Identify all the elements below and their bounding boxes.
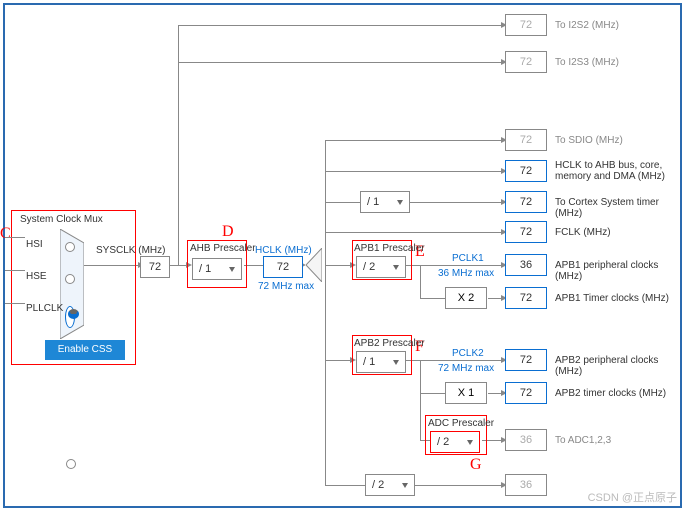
mux-src-hse: HSE [26, 271, 47, 282]
wire [5, 270, 25, 271]
adc-value: 36 [505, 429, 547, 451]
wire [325, 265, 352, 266]
wire [325, 202, 360, 203]
sdio-label: To SDIO (MHz) [555, 135, 623, 146]
wire [5, 303, 25, 304]
wire [325, 232, 503, 233]
cortex-value[interactable]: 72 [505, 191, 547, 213]
wire [178, 25, 503, 26]
apb1-periph-label: APB1 peripheral clocks (MHz) [555, 260, 685, 282]
mux-radio-hsi[interactable] [65, 242, 75, 252]
wire [420, 393, 445, 394]
apb2-periph-value[interactable]: 72 [505, 349, 547, 371]
wire [325, 140, 326, 485]
apb1-prescaler-select[interactable]: / 2 [356, 256, 406, 278]
apb2-timer-mul: X 1 [445, 382, 487, 404]
fclk-value[interactable]: 72 [505, 221, 547, 243]
apb2-note: 72 MHz max [438, 363, 494, 374]
apb2-periph-label: APB2 peripheral clocks (MHz) [555, 355, 685, 377]
apb1-periph-value[interactable]: 36 [505, 254, 547, 276]
hclk-bus-label: HCLK to AHB bus, core, memory and DMA (M… [555, 160, 670, 182]
apb1-title: APB1 Prescaler [354, 243, 425, 254]
hclk-note: 72 MHz max [258, 281, 314, 292]
apb2-title: APB2 Prescaler [354, 338, 425, 349]
region-g-label: G [470, 456, 482, 474]
wire [325, 140, 503, 141]
mux-radio-hse[interactable] [65, 274, 75, 284]
sdio-value: 72 [505, 129, 547, 151]
adc-title: ADC Prescaler [428, 418, 494, 429]
mux-radio-pllclk[interactable] [65, 306, 75, 328]
watermark: CSDN @正点原子 [588, 489, 677, 505]
mux-src-pllclk: PLLCLK [26, 303, 63, 314]
wire [178, 25, 179, 265]
apb2-pclk: PCLK2 [452, 348, 484, 359]
apb1-note: 36 MHz max [438, 268, 494, 279]
wire [168, 265, 188, 266]
wire [178, 62, 503, 63]
wire [325, 171, 503, 172]
mux-src-hsi: HSI [26, 239, 43, 250]
i2s3-label: To I2S3 (MHz) [555, 57, 619, 68]
mux-title: System Clock Mux [12, 211, 135, 225]
wire [325, 485, 365, 486]
sysclk-label: SYSCLK (MHz) [96, 245, 165, 256]
hclk-bus-value[interactable]: 72 [505, 160, 547, 182]
region-d-label: D [222, 223, 234, 241]
mux-radio-hsi[interactable] [66, 459, 76, 469]
adc-prescaler-select[interactable]: / 2 [430, 431, 480, 453]
apb2-prescaler-select[interactable]: / 1 [356, 351, 406, 373]
wire [5, 237, 25, 238]
apb1-timer-value[interactable]: 72 [505, 287, 547, 309]
sysclk-value: 72 [140, 256, 170, 278]
ahb-prescaler-select[interactable]: / 1 [192, 258, 242, 280]
adc-label: To ADC1,2,3 [555, 435, 611, 446]
split-node-icon [306, 248, 322, 282]
apb2-timer-label: APB2 timer clocks (MHz) [555, 388, 666, 399]
enable-css-button[interactable]: Enable CSS [45, 340, 125, 360]
fclk-label: FCLK (MHz) [555, 227, 611, 238]
region-c-label: C [0, 225, 11, 243]
wire [420, 360, 421, 440]
sdio-div-value: 36 [505, 474, 547, 496]
wire [420, 265, 421, 298]
wire [410, 202, 503, 203]
cortex-divider-select[interactable]: / 1 [360, 191, 410, 213]
apb1-timer-label: APB1 Timer clocks (MHz) [555, 293, 669, 304]
ahb-title: AHB Prescaler [190, 243, 256, 254]
apb1-pclk: PCLK1 [452, 253, 484, 264]
apb1-timer-mul: X 2 [445, 287, 487, 309]
wire [420, 298, 445, 299]
sdio-div-select[interactable]: / 2 [365, 474, 415, 496]
wire [415, 485, 503, 486]
i2s3-value: 72 [505, 51, 547, 73]
hclk-value[interactable]: 72 [263, 256, 303, 278]
cortex-label: To Cortex System timer (MHz) [555, 197, 685, 219]
apb2-timer-value[interactable]: 72 [505, 382, 547, 404]
hclk-label: HCLK (MHz) [255, 245, 312, 256]
i2s2-label: To I2S2 (MHz) [555, 20, 619, 31]
wire [325, 360, 352, 361]
i2s2-value: 72 [505, 14, 547, 36]
